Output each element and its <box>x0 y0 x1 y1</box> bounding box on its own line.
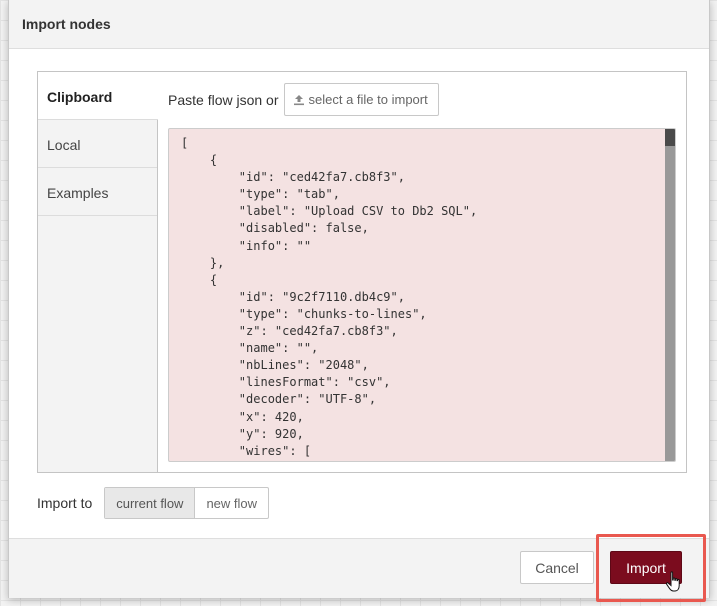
clipboard-tab-content: Paste flow json or select a file to impo… <box>168 72 676 472</box>
import-to-row: Import to current flow new flow <box>37 487 270 519</box>
tab-examples[interactable]: Examples <box>38 168 157 216</box>
paste-row: Paste flow json or select a file to impo… <box>168 83 439 116</box>
editor-scrollbar-thumb[interactable] <box>665 129 675 461</box>
dialog-footer: Cancel Import <box>9 534 709 602</box>
paste-label: Paste flow json or <box>168 91 279 108</box>
json-editor[interactable]: [ { "id": "ced42fa7.cb8f3", "type": "tab… <box>168 128 676 462</box>
cancel-button[interactable]: Cancel <box>520 551 594 584</box>
import-to-label: Import to <box>37 495 93 511</box>
import-panel: Clipboard Local Examples Paste flow json… <box>37 71 687 473</box>
tab-local[interactable]: Local <box>38 120 157 168</box>
select-file-label: select a file to import <box>308 92 428 107</box>
dialog-title: Import nodes <box>9 0 709 49</box>
import-nodes-dialog: Import nodes Clipboard Local Examples Pa… <box>8 0 710 602</box>
tab-clipboard[interactable]: Clipboard <box>38 72 158 120</box>
editor-scrollbar-track[interactable] <box>665 129 675 461</box>
import-target-toggle: current flow new flow <box>104 487 270 519</box>
new-flow-option[interactable]: new flow <box>195 488 268 518</box>
editor-scrollbar-handle[interactable] <box>665 129 675 146</box>
hand-pointer-icon <box>665 571 680 592</box>
json-text: [ { "id": "ced42fa7.cb8f3", "type": "tab… <box>181 136 478 461</box>
select-file-button[interactable]: select a file to import <box>283 83 439 116</box>
import-tabs: Clipboard Local Examples <box>38 72 158 472</box>
upload-icon <box>293 94 304 105</box>
current-flow-option[interactable]: current flow <box>105 488 196 518</box>
